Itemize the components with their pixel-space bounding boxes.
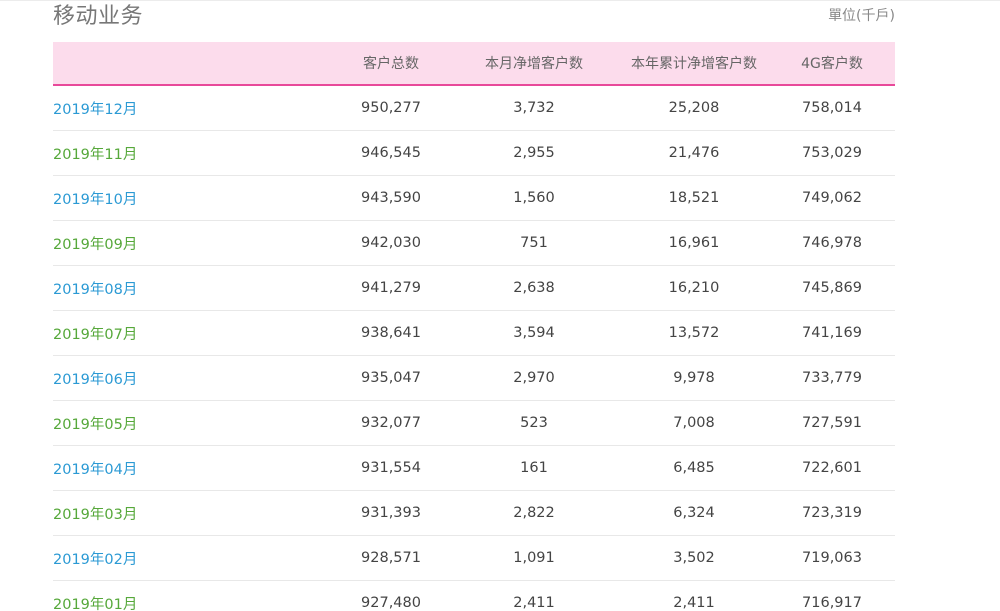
period-cell[interactable]: 2019年01月 [53,580,333,611]
ytd-net-add-cell: 9,978 [619,355,769,401]
table-row: 2019年09月 942,030 751 16,961 746,978 [53,220,895,266]
period-cell[interactable]: 2019年07月 [53,310,333,356]
g4-customers-cell: 723,319 [769,490,895,536]
total-customers-cell: 931,554 [333,445,449,491]
ytd-net-add-cell: 21,476 [619,130,769,176]
ytd-net-add-cell: 13,572 [619,310,769,356]
table-body: 2019年12月 950,277 3,732 25,208 758,014 2019年11… [53,85,895,611]
period-cell[interactable]: 2019年04月 [53,445,333,491]
ytd-net-add-cell: 2,411 [619,580,769,611]
period-cell[interactable]: 2019年10月 [53,175,333,221]
monthly-net-add-cell: 523 [449,400,619,446]
total-customers-cell: 941,279 [333,265,449,311]
header-total-customers: 客户总数 [333,42,449,86]
monthly-net-add-cell: 3,732 [449,85,619,131]
table-row: 2019年08月 941,279 2,638 16,210 745,869 [53,265,895,311]
ytd-net-add-cell: 16,210 [619,265,769,311]
ytd-net-add-cell: 6,485 [619,445,769,491]
total-customers-cell: 943,590 [333,175,449,221]
monthly-net-add-cell: 1,091 [449,535,619,581]
period-cell[interactable]: 2019年12月 [53,85,333,131]
table-row: 2019年07月 938,641 3,594 13,572 741,169 [53,310,895,356]
total-customers-cell: 928,571 [333,535,449,581]
header-monthly-net-add: 本月净增客户数 [449,42,619,86]
ytd-net-add-cell: 3,502 [619,535,769,581]
table-row: 2019年12月 950,277 3,732 25,208 758,014 [53,85,895,131]
ytd-net-add-cell: 16,961 [619,220,769,266]
g4-customers-cell: 749,062 [769,175,895,221]
period-cell[interactable]: 2019年09月 [53,220,333,266]
monthly-net-add-cell: 2,970 [449,355,619,401]
g4-customers-cell: 733,779 [769,355,895,401]
mobile-business-table-container: 客户总数 本月净增客户数 本年累计净增客户数 4G客户数 2019年12月 950… [53,42,895,611]
period-cell[interactable]: 2019年11月 [53,130,333,176]
period-cell[interactable]: 2019年05月 [53,400,333,446]
ytd-net-add-cell: 7,008 [619,400,769,446]
monthly-net-add-cell: 3,594 [449,310,619,356]
monthly-net-add-cell: 2,822 [449,490,619,536]
header-ytd-net-add: 本年累计净增客户数 [619,42,769,86]
total-customers-cell: 946,545 [333,130,449,176]
unit-label: 單位(千戶) [828,8,895,24]
g4-customers-cell: 745,869 [769,265,895,311]
monthly-net-add-cell: 161 [449,445,619,491]
page: 移动业务 單位(千戶) 客户总数 本月净增客户数 本年累计净增客户数 4G客户数… [0,0,1000,611]
total-customers-cell: 950,277 [333,85,449,131]
total-customers-cell: 935,047 [333,355,449,401]
table-row: 2019年11月 946,545 2,955 21,476 753,029 [53,130,895,176]
ytd-net-add-cell: 18,521 [619,175,769,221]
g4-customers-cell: 716,917 [769,580,895,611]
top-divider [0,0,1000,1]
table-row: 2019年04月 931,554 161 6,485 722,601 [53,445,895,491]
g4-customers-cell: 741,169 [769,310,895,356]
g4-customers-cell: 753,029 [769,130,895,176]
total-customers-cell: 931,393 [333,490,449,536]
table-row: 2019年02月 928,571 1,091 3,502 719,063 [53,535,895,581]
monthly-net-add-cell: 2,638 [449,265,619,311]
g4-customers-cell: 722,601 [769,445,895,491]
monthly-net-add-cell: 2,411 [449,580,619,611]
table-row: 2019年01月 927,480 2,411 2,411 716,917 [53,580,895,611]
g4-customers-cell: 719,063 [769,535,895,581]
mobile-business-table: 客户总数 本月净增客户数 本年累计净增客户数 4G客户数 2019年12月 950… [53,42,895,611]
period-cell[interactable]: 2019年06月 [53,355,333,401]
ytd-net-add-cell: 6,324 [619,490,769,536]
header-4g-customers: 4G客户数 [769,42,895,86]
total-customers-cell: 927,480 [333,580,449,611]
monthly-net-add-cell: 2,955 [449,130,619,176]
g4-customers-cell: 746,978 [769,220,895,266]
table-row: 2019年06月 935,047 2,970 9,978 733,779 [53,355,895,401]
total-customers-cell: 938,641 [333,310,449,356]
table-header-row: 客户总数 本月净增客户数 本年累计净增客户数 4G客户数 [53,42,895,86]
table-row: 2019年10月 943,590 1,560 18,521 749,062 [53,175,895,221]
g4-customers-cell: 727,591 [769,400,895,446]
header-period [53,42,333,86]
monthly-net-add-cell: 751 [449,220,619,266]
table-row: 2019年03月 931,393 2,822 6,324 723,319 [53,490,895,536]
period-cell[interactable]: 2019年02月 [53,535,333,581]
period-cell[interactable]: 2019年03月 [53,490,333,536]
section-title: 移动业务 [53,4,144,29]
period-cell[interactable]: 2019年08月 [53,265,333,311]
g4-customers-cell: 758,014 [769,85,895,131]
monthly-net-add-cell: 1,560 [449,175,619,221]
total-customers-cell: 942,030 [333,220,449,266]
total-customers-cell: 932,077 [333,400,449,446]
ytd-net-add-cell: 25,208 [619,85,769,131]
table-row: 2019年05月 932,077 523 7,008 727,591 [53,400,895,446]
